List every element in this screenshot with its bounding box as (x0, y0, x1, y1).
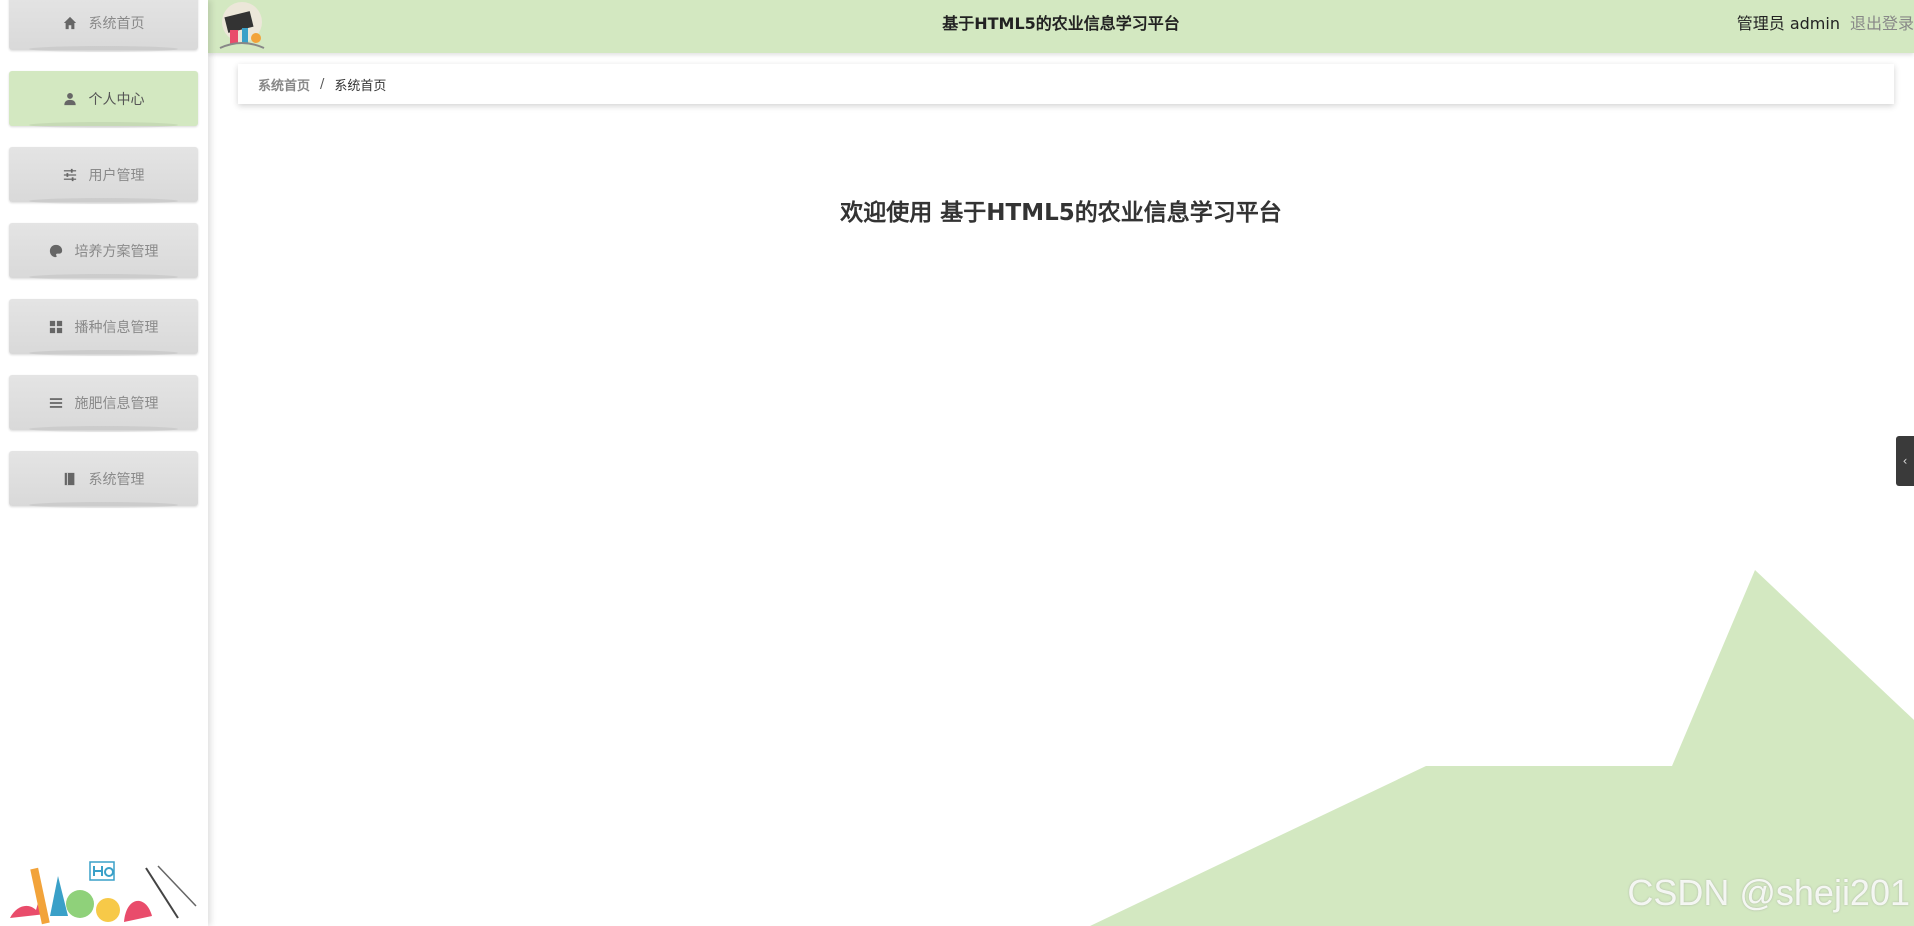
breadcrumb-home-link[interactable]: 系统首页 (258, 75, 310, 94)
sidebar-decoration-illustration (10, 861, 197, 925)
book-icon (63, 472, 77, 486)
logout-link[interactable]: 退出登录 (1850, 14, 1914, 33)
breadcrumb-separator: / (320, 76, 325, 92)
breadcrumb-current: 系统首页 (334, 78, 387, 94)
sidebar-item-label: 系统管理 (88, 471, 145, 488)
sidebar-item-label: 用户管理 (88, 167, 145, 184)
welcome-heading: 欢迎使用 基于HTML5的农业信息学习平台 (840, 200, 1282, 226)
sidebar-item-system[interactable]: 系统管理 (9, 451, 198, 508)
sidebar-item-fertilizing-info[interactable]: 施肥信息管理 (9, 375, 198, 432)
person-icon (63, 92, 77, 106)
chevron-left-icon: ‹ (1902, 454, 1908, 468)
sidebar-item-profile[interactable]: 个人中心 (9, 71, 198, 128)
collapse-handle[interactable]: ‹ (1896, 436, 1914, 486)
sidebar-item-training-plan[interactable]: 培养方案管理 (9, 223, 198, 280)
sidebar-item-home[interactable]: 系统首页 (9, 0, 198, 52)
sliders-icon (63, 168, 77, 182)
sidebar-item-label: 个人中心 (88, 91, 145, 108)
sidebar-item-sowing-info[interactable]: 播种信息管理 (9, 299, 198, 356)
app-title: 基于HTML5的农业信息学习平台 (942, 14, 1180, 33)
sidebar-item-label: 施肥信息管理 (74, 395, 159, 412)
grid-icon (49, 320, 63, 334)
user-area: 管理员 admin 退出登录 (1737, 0, 1914, 48)
sidebar-item-label: 培养方案管理 (74, 243, 159, 260)
top-header: 基于HTML5的农业信息学习平台 管理员 admin 退出登录 (208, 0, 1914, 53)
sidebar-item-users[interactable]: 用户管理 (9, 147, 198, 204)
sidebar: 系统首页 个人中心 用户管理 培养方案管理 播种信息管理 施肥信息管理 系统管理 (0, 0, 208, 926)
sidebar-item-label: 播种信息管理 (74, 319, 159, 336)
sidebar-item-label: 系统首页 (88, 15, 145, 32)
list-icon (49, 396, 63, 410)
app-root: 系统首页 个人中心 用户管理 培养方案管理 播种信息管理 施肥信息管理 系统管理… (0, 0, 1914, 926)
palette-icon (49, 244, 63, 258)
user-role-label: 管理员 admin (1736, 14, 1840, 33)
breadcrumb: 系统首页 / 系统首页 (238, 64, 1894, 104)
home-icon (63, 16, 77, 30)
watermark: CSDN @sheji201 (1627, 872, 1910, 913)
